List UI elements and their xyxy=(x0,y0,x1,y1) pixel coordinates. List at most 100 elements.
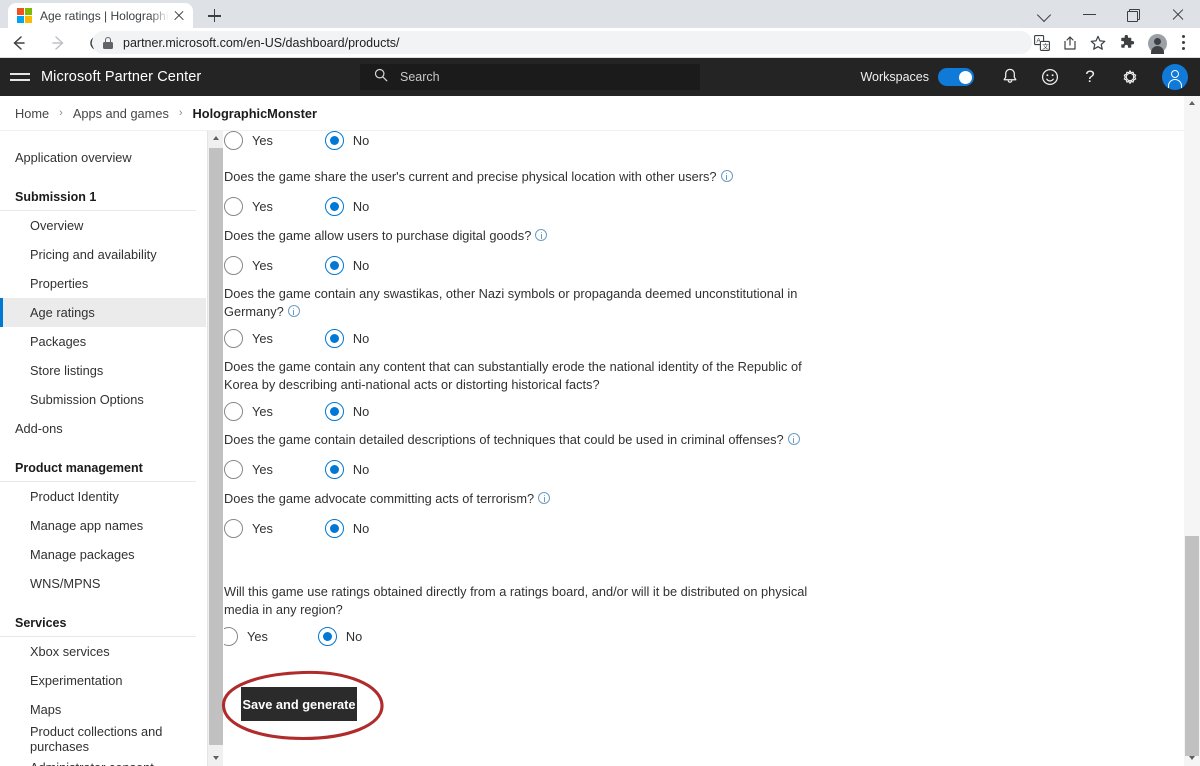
info-icon[interactable] xyxy=(538,492,551,504)
question-text: Does the game share the user's current a… xyxy=(224,168,1104,186)
sidebar-scrollbar-thumb[interactable] xyxy=(209,148,223,745)
share-icon[interactable] xyxy=(1057,31,1083,54)
radio-option-no[interactable]: No xyxy=(324,197,369,216)
address-bar[interactable]: partner.microsoft.com/en-US/dashboard/pr… xyxy=(92,31,1032,54)
radio-yes-icon[interactable] xyxy=(224,627,238,646)
info-icon[interactable] xyxy=(720,170,733,182)
radio-yes-icon[interactable] xyxy=(224,131,243,150)
question-label: Does the game allow users to purchase di… xyxy=(224,228,532,243)
workspaces-toggle[interactable] xyxy=(938,68,974,86)
hamburger-menu-icon[interactable] xyxy=(10,69,30,85)
smiley-icon[interactable] xyxy=(1039,66,1061,88)
sidebar-item-label: Add-ons xyxy=(15,421,63,436)
sidebar-item-experimentation[interactable]: Experimentation xyxy=(0,666,206,695)
sidebar-item-application-overview[interactable]: Application overview xyxy=(0,143,206,172)
window-close-icon[interactable] xyxy=(1156,0,1200,28)
bell-icon[interactable] xyxy=(999,66,1021,88)
sidebar-item-product-collections-and-purchases[interactable]: Product collections and purchases xyxy=(0,724,206,754)
radio-option-yes[interactable]: Yes xyxy=(224,402,273,421)
browser-tab[interactable]: Age ratings | HolographicMonste xyxy=(8,3,193,28)
sidebar-item-product-identity[interactable]: Product Identity xyxy=(0,482,206,511)
sidebar-item-label: Pricing and availability xyxy=(30,247,157,262)
radio-option-yes[interactable]: Yes xyxy=(224,197,273,216)
radio-no-icon[interactable] xyxy=(317,627,337,646)
scroll-down-arrow-icon[interactable] xyxy=(208,750,224,766)
radio-no-icon[interactable] xyxy=(324,329,344,348)
radio-option-no[interactable]: No xyxy=(324,329,369,348)
sidebar-item-overview[interactable]: Overview xyxy=(0,211,206,240)
question-block: Does the game advocate committing acts o… xyxy=(224,490,1104,538)
star-icon[interactable] xyxy=(1085,31,1111,54)
breadcrumb-item-home[interactable]: Home xyxy=(15,106,49,121)
sidebar-item-submission-options[interactable]: Submission Options xyxy=(0,385,206,414)
chevron-down-icon[interactable] xyxy=(1024,0,1068,28)
sidebar-item-wns-mpns[interactable]: WNS/MPNS xyxy=(0,569,206,598)
gear-icon[interactable] xyxy=(1119,66,1141,88)
radio-yes-icon[interactable] xyxy=(224,402,243,421)
radio-option-yes[interactable]: Yes xyxy=(224,627,268,646)
scroll-up-arrow-icon[interactable] xyxy=(208,131,224,147)
radio-option-yes[interactable]: Yes xyxy=(224,460,273,479)
radio-option-yes[interactable]: Yes xyxy=(224,131,273,150)
global-search-box[interactable]: Search xyxy=(360,64,700,90)
radio-yes-icon[interactable] xyxy=(224,460,243,479)
radio-yes-icon[interactable] xyxy=(224,256,243,275)
radio-option-yes[interactable]: Yes xyxy=(224,519,273,538)
radio-option-no[interactable]: No xyxy=(324,402,369,421)
sidebar-item-manage-app-names[interactable]: Manage app names xyxy=(0,511,206,540)
question-text: Does the game advocate committing acts o… xyxy=(224,490,1104,508)
radio-yes-icon[interactable] xyxy=(224,519,243,538)
profile-avatar-icon[interactable] xyxy=(1148,34,1167,54)
scroll-down-arrow-icon[interactable] xyxy=(1184,750,1200,766)
scroll-up-arrow-icon[interactable] xyxy=(1184,96,1200,112)
radio-option-no[interactable]: No xyxy=(324,519,369,538)
help-icon[interactable]: ? xyxy=(1079,66,1101,88)
question-block: Does the game contain any swastikas, oth… xyxy=(224,285,804,348)
info-icon[interactable] xyxy=(535,229,548,241)
sidebar-item-packages[interactable]: Packages xyxy=(0,327,206,356)
radio-no-icon[interactable] xyxy=(324,460,344,479)
radio-no-icon[interactable] xyxy=(324,402,344,421)
sidebar-item-age-ratings[interactable]: Age ratings xyxy=(0,298,206,327)
radio-option-yes[interactable]: Yes xyxy=(224,256,273,275)
radio-option-no[interactable]: No xyxy=(324,460,369,479)
radio-no-icon[interactable] xyxy=(324,131,344,150)
sidebar-item-manage-packages[interactable]: Manage packages xyxy=(0,540,206,569)
info-icon[interactable] xyxy=(787,433,800,445)
sidebar-item-add-ons[interactable]: Add-ons xyxy=(0,414,206,443)
maximize-icon[interactable] xyxy=(1112,0,1156,28)
radio-option-no[interactable]: No xyxy=(324,256,369,275)
radio-option-no[interactable]: No xyxy=(317,627,362,646)
sidebar-item-pricing-and-availability[interactable]: Pricing and availability xyxy=(0,240,206,269)
page-scrollbar[interactable] xyxy=(1184,96,1200,766)
sidebar-item-xbox-services[interactable]: Xbox services xyxy=(0,637,206,666)
sidebar-item-maps[interactable]: Maps xyxy=(0,695,206,724)
puzzle-icon[interactable] xyxy=(1113,31,1139,54)
radio-yes-icon[interactable] xyxy=(224,197,243,216)
three-dots-menu-icon[interactable] xyxy=(1173,31,1193,54)
sidebar-item-administrator-consent[interactable]: Administrator consent xyxy=(0,753,206,766)
question-label: Will this game use ratings obtained dire… xyxy=(224,584,808,617)
minimize-icon[interactable] xyxy=(1068,0,1112,28)
radio-no-icon[interactable] xyxy=(324,519,344,538)
app-title: Microsoft Partner Center xyxy=(41,69,202,85)
radio-yes-icon[interactable] xyxy=(224,329,243,348)
page-scrollbar-thumb[interactable] xyxy=(1185,536,1199,756)
radio-option-yes[interactable]: Yes xyxy=(224,329,273,348)
plus-icon[interactable] xyxy=(203,4,226,27)
close-icon[interactable] xyxy=(171,8,187,24)
sidebar-item-properties[interactable]: Properties xyxy=(0,269,206,298)
breadcrumb-item-apps-and-games[interactable]: Apps and games xyxy=(73,106,169,121)
sidebar-scrollbar[interactable] xyxy=(207,131,223,766)
translate-icon[interactable]: A 文 xyxy=(1029,31,1055,54)
back-arrow-icon[interactable] xyxy=(7,32,29,54)
save-and-generate-button[interactable]: Save and generate xyxy=(241,687,357,721)
radio-no-icon[interactable] xyxy=(324,256,344,275)
sidebar-group-services: Services xyxy=(0,610,196,637)
info-icon[interactable] xyxy=(287,305,300,317)
sidebar-item-label: Application overview xyxy=(15,150,132,165)
radio-no-icon[interactable] xyxy=(324,197,344,216)
sidebar-item-store-listings[interactable]: Store listings xyxy=(0,356,206,385)
radio-option-no[interactable]: No xyxy=(324,131,369,150)
account-avatar-icon[interactable] xyxy=(1162,64,1188,90)
